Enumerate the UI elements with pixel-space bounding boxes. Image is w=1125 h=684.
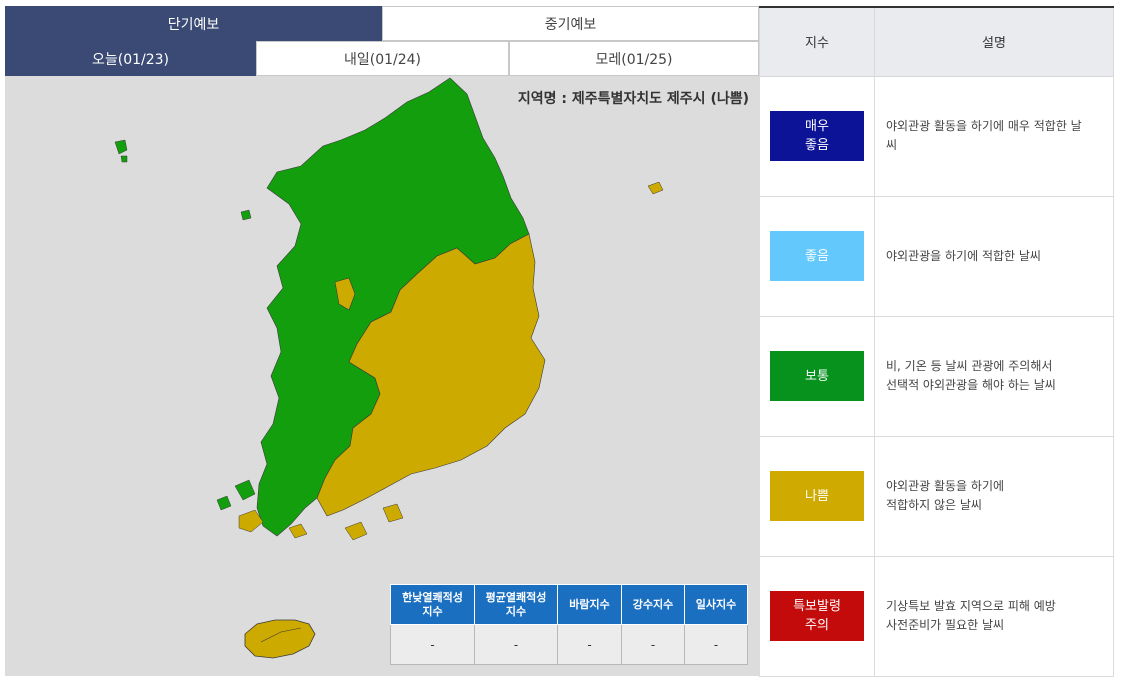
- map-region-ulleungdo[interactable]: [647, 181, 664, 195]
- map-region-jeju[interactable]: [244, 619, 316, 659]
- map-region-yellow-island[interactable]: [344, 521, 368, 541]
- indices-header-average-thermal: 평균열쾌적성 지수: [474, 584, 558, 625]
- map-region-green-island[interactable]: [114, 139, 128, 155]
- legend-row-bad: 나쁨 야외관광 활동을 하기에 적합하지 않은 날씨: [759, 435, 1114, 557]
- indices-header-wind: 바람지수: [557, 584, 622, 625]
- map-region-yellow-island[interactable]: [288, 523, 308, 539]
- region-name-label: 지역명 : 제주특별자치도 제주시 (나쁨): [517, 91, 749, 107]
- legend-row-good: 좋음 야외관광을 하기에 적합한 날씨: [759, 195, 1114, 317]
- legend-desc-bad: 야외관광 활동을 하기에 적합하지 않은 날씨: [874, 435, 1114, 557]
- legend-header-index: 지수: [759, 5, 875, 77]
- map-region-green-island[interactable]: [234, 479, 256, 501]
- tab-day-after-tomorrow[interactable]: 모레(01/25): [509, 41, 759, 76]
- legend-swatch-bad: 나쁨: [770, 471, 864, 522]
- indices-header-precipitation: 강수지수: [621, 584, 685, 625]
- indices-value-daytime-thermal: -: [390, 624, 475, 665]
- map-region-green-island[interactable]: [240, 209, 252, 221]
- tab-today[interactable]: 오늘(01/23): [5, 41, 256, 76]
- legend-swatch-good: 좋음: [770, 231, 864, 282]
- legend-desc-normal: 비, 기온 등 날씨 관광에 주의해서 선택적 야외관광을 해야 하는 날씨: [874, 315, 1114, 437]
- legend-swatch-warning: 특보발령 주의: [770, 591, 864, 642]
- legend-desc-warning: 기상특보 발효 지역으로 피해 예방 사전준비가 필요한 날씨: [874, 555, 1114, 678]
- korea-map: 지역명 : 제주특별자치도 제주시 (나쁨) 한낮열쾌적성 지수 평균열쾌적성 …: [5, 76, 759, 676]
- legend-swatch-very-good: 매우 좋음: [770, 111, 864, 162]
- indices-header-solar: 일사지수: [684, 584, 748, 625]
- tab-mid-term-forecast[interactable]: 중기예보: [382, 6, 759, 41]
- map-region-yellow-island[interactable]: [382, 503, 404, 523]
- indices-value-wind: -: [557, 624, 622, 665]
- legend-row-very-good: 매우 좋음 야외관광 활동을 하기에 매우 적합한 날 씨: [759, 75, 1114, 197]
- indices-value-average-thermal: -: [474, 624, 558, 665]
- legend-swatch-normal: 보통: [770, 351, 864, 402]
- legend-row-normal: 보통 비, 기온 등 날씨 관광에 주의해서 선택적 야외관광을 해야 하는 날…: [759, 315, 1114, 437]
- legend-row-warning: 특보발령 주의 기상특보 발효 지역으로 피해 예방 사전준비가 필요한 날씨: [759, 555, 1114, 678]
- indices-header-daytime-thermal: 한낮열쾌적성 지수: [390, 584, 475, 625]
- legend-desc-good: 야외관광을 하기에 적합한 날씨: [874, 195, 1114, 317]
- legend-desc-very-good: 야외관광 활동을 하기에 매우 적합한 날 씨: [874, 75, 1114, 197]
- map-region-green-island[interactable]: [120, 155, 128, 163]
- tab-tomorrow[interactable]: 내일(01/24): [256, 41, 509, 76]
- indices-value-solar: -: [684, 624, 748, 665]
- tab-short-term-forecast[interactable]: 단기예보: [5, 6, 382, 41]
- indices-table: 한낮열쾌적성 지수 평균열쾌적성 지수 바람지수 강수지수 일사지수 - - -…: [390, 584, 748, 665]
- legend-header-description: 설명: [874, 5, 1114, 77]
- map-region-green-island[interactable]: [216, 495, 232, 511]
- legend-table: 지수 설명 매우 좋음 야외관광 활동을 하기에 매우 적합한 날 씨 좋음 야…: [759, 5, 1114, 678]
- indices-value-precipitation: -: [621, 624, 685, 665]
